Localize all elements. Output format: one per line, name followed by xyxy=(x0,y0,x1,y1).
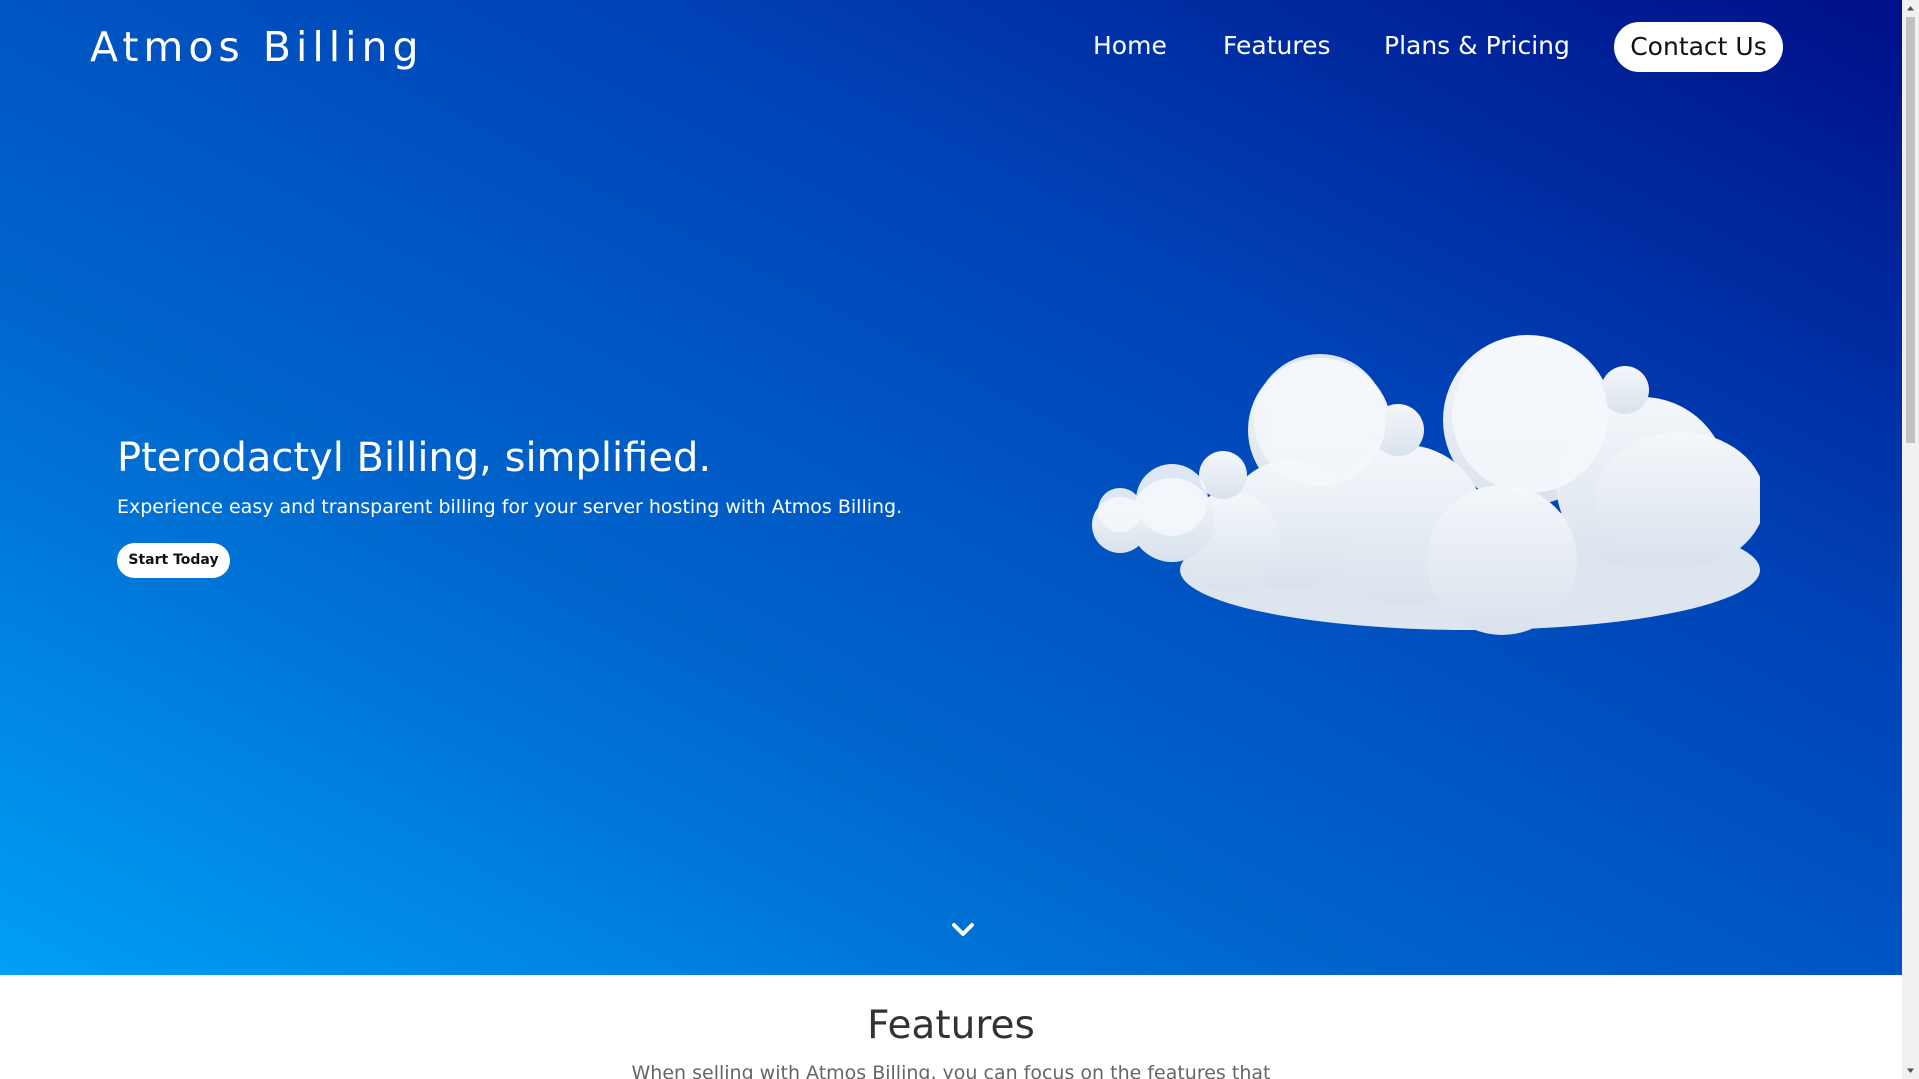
hero-title: Pterodactyl Billing, simplified. xyxy=(117,435,712,481)
top-navbar: Atmos Billing Home Features Plans & Pric… xyxy=(0,0,1902,95)
features-heading: Features xyxy=(867,1003,1035,1048)
contact-us-button[interactable]: Contact Us xyxy=(1614,22,1783,72)
scrollbar-thumb[interactable] xyxy=(1906,17,1915,443)
hero-section: Atmos Billing Home Features Plans & Pric… xyxy=(0,0,1902,975)
brand-logo[interactable]: Atmos Billing xyxy=(90,20,424,74)
page-viewport: Atmos Billing Home Features Plans & Pric… xyxy=(0,0,1902,1079)
scroll-up-arrow-icon[interactable] xyxy=(1902,0,1919,17)
start-today-button[interactable]: Start Today xyxy=(117,543,230,578)
chevron-down-icon[interactable] xyxy=(949,920,977,940)
features-subtitle: When selling with Atmos Billing, you can… xyxy=(631,1062,1271,1079)
nav-link-home[interactable]: Home xyxy=(1093,28,1167,64)
nav-link-plans-pricing[interactable]: Plans & Pricing xyxy=(1384,28,1570,64)
cloud-illustration xyxy=(1092,335,1760,635)
scroll-down-arrow-icon[interactable] xyxy=(1902,1062,1919,1079)
hero-subtitle: Experience easy and transparent billing … xyxy=(117,496,903,518)
nav-link-features[interactable]: Features xyxy=(1223,28,1331,64)
